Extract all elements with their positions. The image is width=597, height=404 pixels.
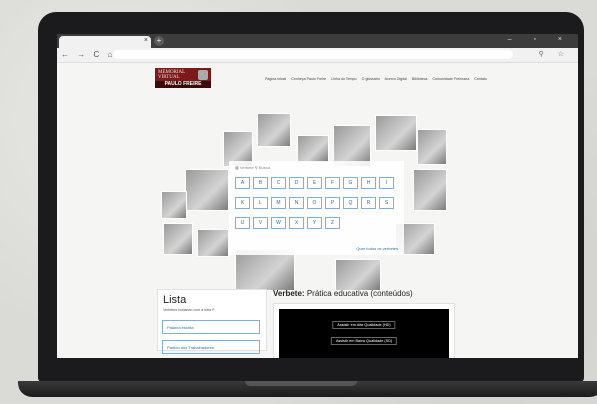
- letter-a-button[interactable]: A: [235, 177, 250, 189]
- menu-item-contato[interactable]: Contato: [474, 77, 487, 81]
- verbete-title: Prática educativa (conteúdos): [306, 289, 413, 298]
- collage-photo: [235, 249, 295, 291]
- menu-item-glossario[interactable]: O glossário: [362, 77, 380, 81]
- letter-d-button[interactable]: D: [289, 177, 304, 189]
- letter-v-button[interactable]: V: [253, 217, 268, 229]
- nav-buttons[interactable]: ← → C ⌂: [61, 50, 115, 59]
- list-item[interactable]: Partido dos Trabalhadores: [162, 340, 260, 354]
- site-logo[interactable]: MEMORIAL VIRTUAL PAULO FREIRE: [155, 68, 211, 88]
- letter-list-sidebar: Lista Verbetes iniciando com a letra P P…: [157, 289, 267, 354]
- letter-x-button[interactable]: X: [289, 217, 304, 229]
- laptop-notch: [245, 381, 357, 386]
- letter-r-button[interactable]: R: [361, 197, 376, 209]
- address-icons[interactable]: ⚲ ☆: [539, 50, 570, 58]
- tab-busca[interactable]: Busca: [259, 165, 270, 170]
- menu-item-acervo[interactable]: Acervo Digital: [385, 77, 407, 81]
- letter-b-button[interactable]: B: [253, 177, 268, 189]
- letter-m-button[interactable]: M: [271, 197, 286, 209]
- main-menu: Página inicial Conheça Paulo Freire Linh…: [265, 77, 491, 81]
- collage-photo: [413, 169, 447, 211]
- menu-item-conheca[interactable]: Conheça Paulo Freire: [291, 77, 326, 81]
- collage-photo: [185, 169, 229, 211]
- letter-c-button[interactable]: C: [271, 177, 286, 189]
- collage-photo: [335, 259, 381, 291]
- play-hd-button[interactable]: Assistir em Alta Qualidade (HD): [332, 321, 396, 329]
- collage-photo: [375, 115, 417, 151]
- letter-k-button[interactable]: K: [235, 197, 250, 209]
- logo-text: MEMORIAL VIRTUAL: [158, 70, 185, 80]
- letter-h-button[interactable]: H: [361, 177, 376, 189]
- letter-o-button[interactable]: O: [307, 197, 322, 209]
- new-tab-button[interactable]: +: [154, 36, 164, 46]
- view-all-link[interactable]: Quer todos os verbetes: [356, 246, 398, 251]
- tab-verbete[interactable]: Verbete: [240, 165, 254, 170]
- collage-photo: [297, 135, 329, 163]
- play-sd-button[interactable]: Assistir em Baixa Qualidade (SD): [330, 337, 398, 345]
- verbete-heading: Verbete: Prática educativa (conteúdos): [273, 289, 413, 298]
- letter-g-button[interactable]: G: [343, 177, 358, 189]
- list-item[interactable]: Palavra escrita: [162, 320, 260, 334]
- sidebar-title: Lista: [163, 294, 187, 306]
- tab-close-icon[interactable]: ×: [144, 37, 148, 44]
- video-card: Assistir em Alta Qualidade (HD) Assistir…: [273, 303, 455, 358]
- verbete-prefix: Verbete:: [273, 289, 305, 298]
- sidebar-subtitle: Verbetes iniciando com a letra P: [163, 308, 215, 312]
- letter-search-panel: ▦ Verbete ⚲ Busca A B C D E F G H I K L …: [229, 161, 404, 255]
- logo-line2: VIRTUAL: [158, 75, 180, 80]
- letter-w-button[interactable]: W: [271, 217, 286, 229]
- collage-photo: [161, 191, 187, 219]
- letter-e-button[interactable]: E: [307, 177, 322, 189]
- collage-photo: [163, 223, 193, 255]
- browser-tab[interactable]: ×: [59, 36, 151, 48]
- letter-y-button[interactable]: Y: [307, 217, 322, 229]
- menu-item-linha[interactable]: Linha do Tempo: [331, 77, 357, 81]
- letter-f-button[interactable]: F: [325, 177, 340, 189]
- logo-portrait-icon: [198, 70, 208, 80]
- collage-photo: [417, 129, 447, 165]
- logo-name: PAULO FREIRE: [155, 81, 211, 88]
- laptop-screen: × + – ▫ × ← → C ⌂ ⚲ ☆ MEMORIAL VIRTUAL P…: [57, 34, 578, 358]
- letter-n-button[interactable]: N: [289, 197, 304, 209]
- letter-p-button[interactable]: P: [325, 197, 340, 209]
- search-tabs: ▦ Verbete ⚲ Busca: [235, 165, 270, 170]
- letter-u-button[interactable]: U: [235, 217, 250, 229]
- web-page: MEMORIAL VIRTUAL PAULO FREIRE Página ini…: [57, 63, 578, 358]
- collage-photo: [197, 229, 229, 257]
- menu-item-comunidade[interactable]: Comunidade Freireana: [432, 77, 469, 81]
- letter-s-button[interactable]: S: [379, 197, 394, 209]
- letter-z-button[interactable]: Z: [325, 217, 340, 229]
- video-player[interactable]: Assistir em Alta Qualidade (HD) Assistir…: [279, 309, 449, 358]
- letter-l-button[interactable]: L: [253, 197, 268, 209]
- window-controls[interactable]: – ▫ ×: [508, 36, 572, 43]
- menu-item-inicio[interactable]: Página inicial: [265, 77, 286, 81]
- browser-tab-bar: × + – ▫ ×: [57, 34, 578, 48]
- collage-photo: [257, 113, 291, 147]
- address-bar: ← → C ⌂ ⚲ ☆: [57, 48, 578, 63]
- letter-q-button[interactable]: Q: [343, 197, 358, 209]
- letter-i-button[interactable]: I: [379, 177, 394, 189]
- url-input[interactable]: [113, 50, 513, 59]
- menu-item-biblioteca[interactable]: Biblioteca: [412, 77, 428, 81]
